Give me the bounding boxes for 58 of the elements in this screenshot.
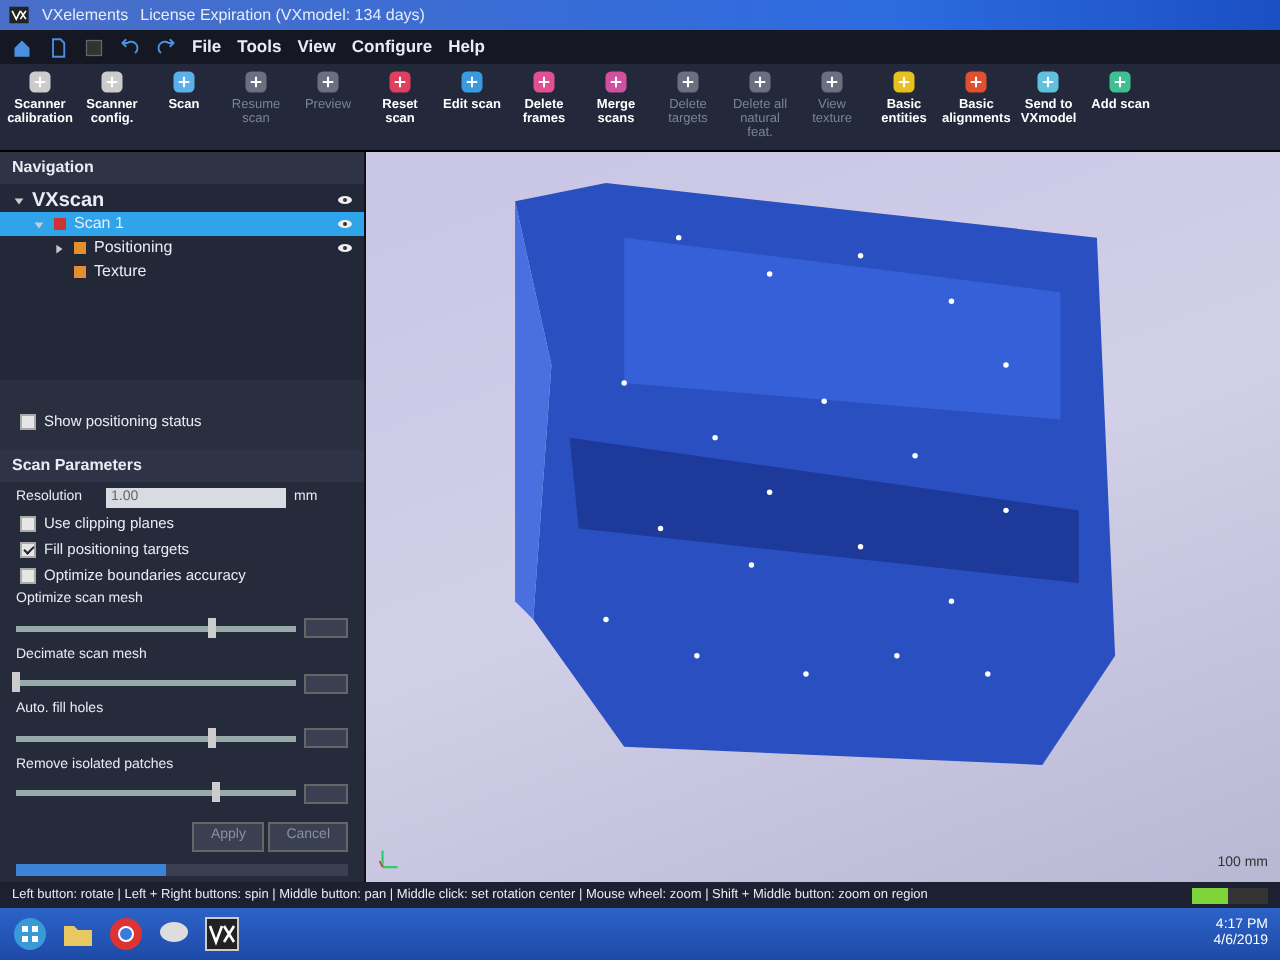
eye-icon[interactable] <box>334 240 356 256</box>
value-field[interactable] <box>304 728 348 749</box>
tool-icon <box>674 68 702 96</box>
panel-title: Navigation <box>12 156 94 180</box>
expander-icon[interactable] <box>12 193 26 207</box>
checkbox[interactable] <box>20 515 36 532</box>
app-logo-icon[interactable] <box>204 916 240 952</box>
checkbox[interactable] <box>20 567 36 584</box>
home-icon[interactable] <box>12 37 32 57</box>
value-field[interactable] <box>304 673 348 694</box>
tool-icon <box>530 68 558 96</box>
tool-icon <box>1034 68 1063 96</box>
checkbox[interactable] <box>20 414 36 431</box>
tool-icon <box>386 68 414 96</box>
slider-thumb[interactable] <box>207 727 216 748</box>
menu-item[interactable]: Tools <box>237 34 282 60</box>
eye-icon[interactable] <box>334 192 356 208</box>
tree-item[interactable]: VXscan <box>0 188 364 212</box>
tool-icon <box>170 68 198 96</box>
tool-icon <box>1106 68 1135 96</box>
tool-icon <box>746 68 774 96</box>
menu-item[interactable]: Configure <box>351 34 433 60</box>
menu-item[interactable]: File <box>192 34 222 60</box>
expander-icon[interactable] <box>52 241 66 255</box>
app-logo-icon <box>8 4 30 26</box>
new-file-icon[interactable] <box>48 37 68 57</box>
tree-item[interactable]: Positioning <box>0 236 364 260</box>
window-title: VXelements <box>42 3 129 27</box>
menu-item[interactable]: View <box>297 34 336 60</box>
slider-thumb[interactable] <box>12 672 20 693</box>
tree-item[interactable]: Texture <box>0 260 364 284</box>
checkbox[interactable] <box>20 541 36 558</box>
tool-icon <box>26 68 54 96</box>
value-field[interactable] <box>304 783 348 804</box>
tool-icon <box>314 68 342 96</box>
menu-item[interactable]: Help <box>448 34 485 60</box>
section-title: Scan Parameters <box>12 453 142 478</box>
license-text: License Expiration (VXmodel: 134 days) <box>140 3 425 27</box>
tool-icon <box>242 68 270 96</box>
undo-icon[interactable] <box>120 37 140 57</box>
start-button-icon[interactable] <box>12 916 48 952</box>
tool-icon <box>890 68 918 96</box>
axis-icon <box>378 846 402 870</box>
tool-icon <box>98 68 126 96</box>
eye-icon[interactable] <box>334 216 356 232</box>
slider-thumb[interactable] <box>212 782 221 803</box>
browser-icon[interactable] <box>108 916 144 952</box>
node-icon <box>72 264 88 280</box>
redo-icon[interactable] <box>156 37 176 57</box>
tool-icon <box>458 68 486 96</box>
value-field[interactable] <box>304 618 348 639</box>
node-icon <box>72 240 88 256</box>
slider-thumb[interactable] <box>207 617 216 638</box>
tool-icon <box>602 68 630 96</box>
save-icon[interactable] <box>84 37 104 57</box>
tool-icon <box>818 68 846 96</box>
tool-icon <box>962 68 991 96</box>
node-icon <box>52 216 68 232</box>
